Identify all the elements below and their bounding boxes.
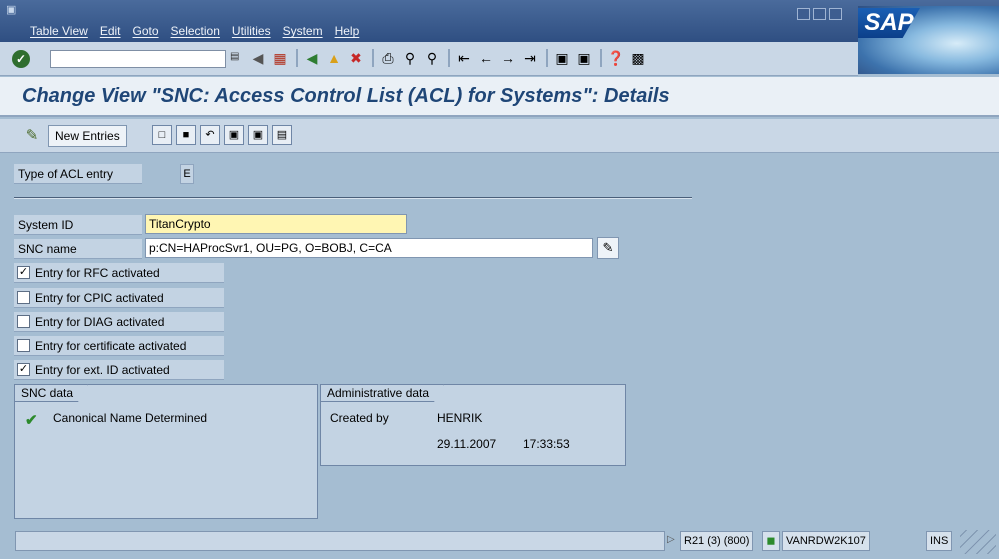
menu-item-goto[interactable]: Goto [133, 24, 159, 38]
status-mode[interactable]: INS [926, 531, 953, 551]
new-entries-button[interactable]: New Entries [48, 125, 127, 147]
toolbar-separator [600, 49, 602, 67]
app-toolbar-icons: □ ■ ↶ ▣ ▣ ▤ [152, 125, 296, 145]
close-icon[interactable] [829, 8, 842, 20]
back-icon[interactable]: ◀ [302, 48, 322, 68]
next-page-icon[interactable]: → [498, 48, 518, 68]
toolbar-icons: ◀ ▦ ◀ ▲ ✖ ⎙ ⚲ ⚲ ⇤ ← → ⇥ ▣ ▣ ❓ ▩ [248, 48, 650, 68]
created-time: 17:33:53 [523, 437, 570, 451]
menu-item-selection[interactable]: Selection [171, 24, 220, 38]
sap-logo-text: SAP [858, 8, 920, 38]
menu-item-help[interactable]: Help [335, 24, 360, 38]
certificate-checkbox[interactable] [17, 339, 30, 352]
cpic-checkbox-row[interactable]: Entry for CPIC activated [14, 288, 224, 308]
certificate-checkbox-label: Entry for certificate activated [35, 338, 187, 353]
pencil-icon[interactable]: ✎ [597, 237, 619, 259]
created-by-value: HENRIK [437, 411, 483, 425]
created-date: 29.11.2007 [437, 437, 497, 451]
menu-item-edit[interactable]: Edit [100, 24, 121, 38]
admin-data-group: Administrative data Created by HENRIK 29… [320, 384, 626, 466]
certificate-checkbox-row[interactable]: Entry for certificate activated [14, 336, 224, 356]
snc-data-title: SNC data [14, 384, 88, 402]
snc-data-group: SNC data ✔ Canonical Name Determined [14, 384, 318, 519]
status-bar: ▷ R21 (3) (800) ◼ VANRDW2K107 INS [0, 528, 999, 559]
ext-id-checkbox-row[interactable]: ✓ Entry for ext. ID activated [14, 360, 224, 380]
status-connection-icon: ◼ [762, 531, 780, 551]
status-system[interactable]: R21 (3) (800) [680, 531, 754, 551]
system-menu-icon[interactable]: ▣ [6, 4, 18, 16]
toolbar-separator [372, 49, 374, 67]
ext-id-checkbox[interactable]: ✓ [17, 363, 30, 376]
toolbar-separator [296, 49, 298, 67]
menu-item-system[interactable]: System [283, 24, 323, 38]
resize-grip-icon[interactable] [960, 530, 996, 554]
acl-type-label: Type of ACL entry [14, 164, 142, 184]
window-controls [797, 8, 842, 20]
snc-name-field[interactable]: p:CN=HAProcSvr1, OU=PG, O=BOBJ, C=CA [145, 238, 593, 258]
rfc-checkbox-label: Entry for RFC activated [35, 265, 160, 280]
divider [14, 197, 692, 199]
status-expand-icon[interactable]: ▷ [667, 534, 675, 545]
find-next-icon[interactable]: ⚲ [422, 48, 442, 68]
acl-type-field: E [180, 164, 194, 184]
standard-toolbar: ✓ ▤ ◀ ▦ ◀ ▲ ✖ ⎙ ⚲ ⚲ ⇤ ← → ⇥ ▣ ▣ ❓ ▩ [0, 42, 858, 76]
green-check-icon: ✔ [25, 412, 38, 429]
diag-checkbox[interactable] [17, 315, 30, 328]
layout-icon[interactable]: ▩ [628, 48, 648, 68]
select-block-icon[interactable]: ▣ [248, 125, 268, 145]
detail-screen: Type of ACL entry E System ID TitanCrypt… [0, 154, 999, 528]
prev-page-icon[interactable]: ← [476, 48, 496, 68]
cancel-icon[interactable]: ✖ [346, 48, 366, 68]
system-id-field[interactable]: TitanCrypto [145, 214, 407, 234]
title-bar: Change View "SNC: Access Control List (A… [0, 77, 999, 117]
save-icon[interactable]: ▦ [270, 48, 290, 68]
menu: Table View Edit Goto Selection Utilities… [30, 24, 371, 38]
display-change-icon[interactable]: ✎ [21, 125, 43, 147]
cpic-checkbox[interactable] [17, 291, 30, 304]
help-icon[interactable]: ❓ [606, 48, 626, 68]
snc-name-label: SNC name [14, 239, 142, 259]
page-title: Change View "SNC: Access Control List (A… [22, 85, 670, 107]
select-all-icon[interactable]: ▣ [224, 125, 244, 145]
ext-id-checkbox-label: Entry for ext. ID activated [35, 362, 170, 377]
sap-logo: SAP [858, 6, 999, 74]
rfc-checkbox-row[interactable]: ✓ Entry for RFC activated [14, 263, 224, 283]
command-history-icon[interactable]: ▤ [230, 51, 240, 67]
snc-status-text: Canonical Name Determined [53, 411, 208, 425]
maximize-icon[interactable] [813, 8, 826, 20]
copy-as-icon[interactable]: □ [152, 125, 172, 145]
toolbar-separator [546, 49, 548, 67]
print-icon[interactable]: ⎙ [378, 48, 398, 68]
delete-icon[interactable]: ■ [176, 125, 196, 145]
diag-checkbox-label: Entry for DIAG activated [35, 314, 165, 329]
toolbar-separator [448, 49, 450, 67]
application-toolbar: ✎ New Entries □ ■ ↶ ▣ ▣ ▤ [0, 119, 999, 153]
last-page-icon[interactable]: ⇥ [520, 48, 540, 68]
shortcut-icon[interactable]: ▣ [574, 48, 594, 68]
deselect-all-icon[interactable]: ▤ [272, 125, 292, 145]
first-page-icon[interactable]: ⇤ [454, 48, 474, 68]
command-field[interactable] [50, 50, 226, 68]
menu-item-table-view[interactable]: Table View [30, 24, 88, 38]
exit-icon[interactable]: ▲ [324, 48, 344, 68]
find-icon[interactable]: ⚲ [400, 48, 420, 68]
back-arrow-icon[interactable]: ◀ [248, 48, 268, 68]
status-message-field [15, 531, 665, 551]
enter-check-icon[interactable]: ✓ [12, 50, 30, 68]
undo-change-icon[interactable]: ↶ [200, 125, 220, 145]
minimize-icon[interactable] [797, 8, 810, 20]
cpic-checkbox-label: Entry for CPIC activated [35, 290, 164, 305]
menu-item-utilities[interactable]: Utilities [232, 24, 271, 38]
created-by-label: Created by [330, 411, 389, 425]
system-id-label: System ID [14, 215, 142, 235]
create-session-icon[interactable]: ▣ [552, 48, 572, 68]
rfc-checkbox[interactable]: ✓ [17, 266, 30, 279]
menu-bar: ▣ Table View Edit Goto Selection Utiliti… [0, 0, 999, 42]
admin-data-title: Administrative data [320, 384, 444, 402]
diag-checkbox-row[interactable]: Entry for DIAG activated [14, 312, 224, 332]
status-server[interactable]: VANRDW2K107 [782, 531, 870, 551]
